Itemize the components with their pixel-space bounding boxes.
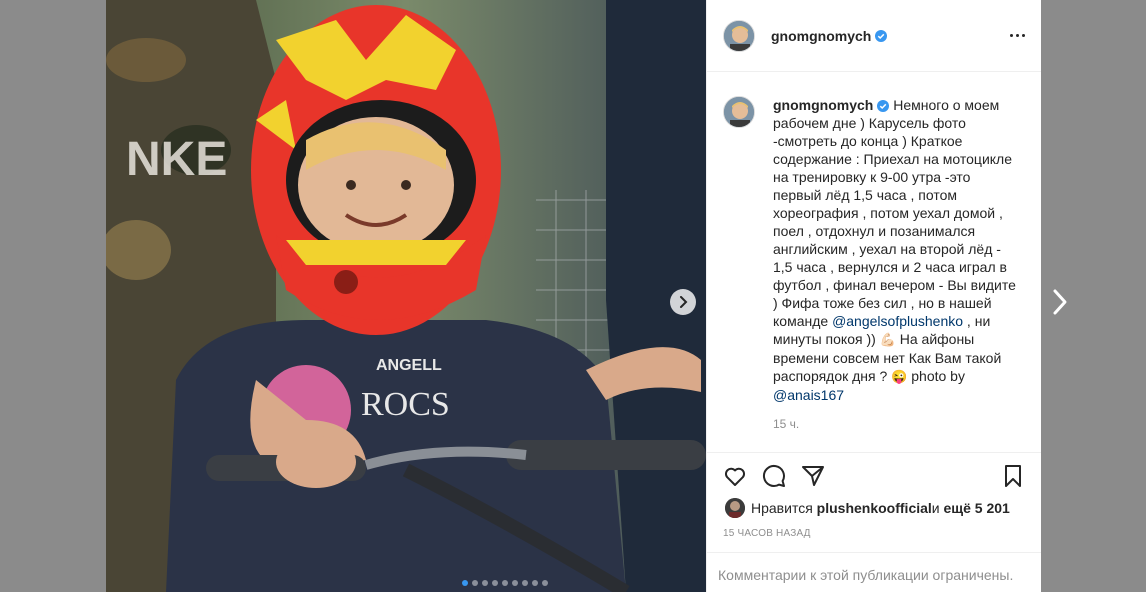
mention-link[interactable]: @anais167 xyxy=(773,387,844,403)
caption-line: на тренировку к 9-00 утра -это xyxy=(773,169,971,185)
carousel-dot xyxy=(482,580,488,586)
winking-tongue-emoji: 😜 xyxy=(891,369,908,384)
chevron-right-icon xyxy=(1053,289,1067,315)
comments-disabled-notice: Комментарии к этой публикации ограничены… xyxy=(718,567,1014,583)
liker-username[interactable]: plushenkoofficial xyxy=(817,500,932,516)
heart-icon xyxy=(724,467,746,486)
flexed-biceps-emoji: 💪🏻 xyxy=(879,332,896,347)
share-button[interactable] xyxy=(801,464,825,488)
caption-line: первый лёд 1,5 часа , потом xyxy=(773,187,957,203)
divider xyxy=(707,552,1041,553)
avatar[interactable] xyxy=(725,498,745,518)
carousel-dot xyxy=(512,580,518,586)
next-post-button[interactable] xyxy=(1052,288,1068,321)
caption-line: -смотреть до конца ) Краткое xyxy=(773,133,963,149)
svg-text:NKE: NKE xyxy=(126,133,227,186)
caption-line: времени совсем нет Как Вам такой xyxy=(773,350,1002,366)
like-button[interactable] xyxy=(723,464,747,488)
caption-line: , ни xyxy=(963,313,991,329)
caption-line: хореография , потом уехал домой , xyxy=(773,205,1003,221)
caption-line: содержание : Приехал на мотоцикле xyxy=(773,151,1012,167)
save-button[interactable] xyxy=(1001,464,1025,488)
carousel-dot xyxy=(492,580,498,586)
caption-username[interactable]: gnomgnomych xyxy=(773,97,873,113)
caption-line: рабочем дне ) Карусель фото xyxy=(773,115,966,131)
chevron-right-icon xyxy=(680,296,688,308)
comment-button[interactable] xyxy=(762,464,786,488)
mention-link[interactable]: @angelsofplushenko xyxy=(832,313,963,329)
divider xyxy=(707,452,1041,453)
post-timestamp[interactable]: 15 ЧАСОВ НАЗАД xyxy=(723,528,811,539)
post-side-panel: gnomgnomych gnomgnomych Немного о моем р… xyxy=(706,0,1041,592)
photo-illustration: NKE ANGELL ROCS xyxy=(106,0,706,592)
caption-line: минуты покоя )) xyxy=(773,331,880,347)
bookmark-icon xyxy=(1005,465,1021,487)
carousel-dot xyxy=(532,580,538,586)
likes-prefix: Нравится xyxy=(751,500,813,516)
carousel-dot xyxy=(472,580,478,586)
caption-line: 1,5 часа , вернулся и 2 часа играл в xyxy=(773,259,1007,275)
carousel-indicator xyxy=(462,580,548,586)
more-options-icon[interactable] xyxy=(1010,34,1025,37)
verified-badge-icon xyxy=(875,29,888,42)
carousel-next-button[interactable] xyxy=(670,289,696,315)
caption-timestamp[interactable]: 15 ч. xyxy=(773,417,1025,431)
carousel-dot xyxy=(502,580,508,586)
post-actions xyxy=(723,462,1025,490)
caption-line: команде xyxy=(773,313,833,329)
caption-line: На айфоны xyxy=(895,331,975,347)
likes-count-link[interactable]: ещё 5 201 xyxy=(944,500,1010,516)
carousel-dot xyxy=(542,580,548,586)
caption-line: photo by xyxy=(907,368,965,384)
post-header: gnomgnomych xyxy=(707,0,1041,72)
caption-line: английским , уехал на второй лёд - xyxy=(773,241,1001,257)
avatar[interactable] xyxy=(723,19,755,52)
caption-line: ) Фифа тоже без сил , но в нашей xyxy=(773,295,992,311)
carousel-dot xyxy=(522,580,528,586)
likes-and: и xyxy=(931,500,940,516)
caption-line: футбол , финал вечером - Вы видите xyxy=(773,277,1016,293)
share-icon xyxy=(802,466,824,486)
avatar[interactable] xyxy=(723,96,755,128)
carousel-dot xyxy=(462,580,468,586)
caption-text: gnomgnomych Немного о моем рабочем дне )… xyxy=(773,96,1033,404)
caption-line: распорядок дня ? xyxy=(773,368,892,384)
caption-line: Немного о моем xyxy=(893,97,1000,113)
post-author-username[interactable]: gnomgnomych xyxy=(771,28,871,44)
likes-summary: Нравится plushenkoofficial и ещё 5 201 xyxy=(725,498,1010,518)
caption-line: поел , отдохнул и позанимался xyxy=(773,223,976,239)
svg-text:ANGELL: ANGELL xyxy=(376,357,442,374)
post-photo[interactable]: NKE ANGELL ROCS xyxy=(106,0,706,592)
post-caption: gnomgnomych Немного о моем рабочем дне )… xyxy=(723,96,1025,431)
svg-text:ROCS: ROCS xyxy=(361,386,450,423)
comment-icon xyxy=(762,464,785,487)
verified-badge-icon xyxy=(877,100,890,112)
